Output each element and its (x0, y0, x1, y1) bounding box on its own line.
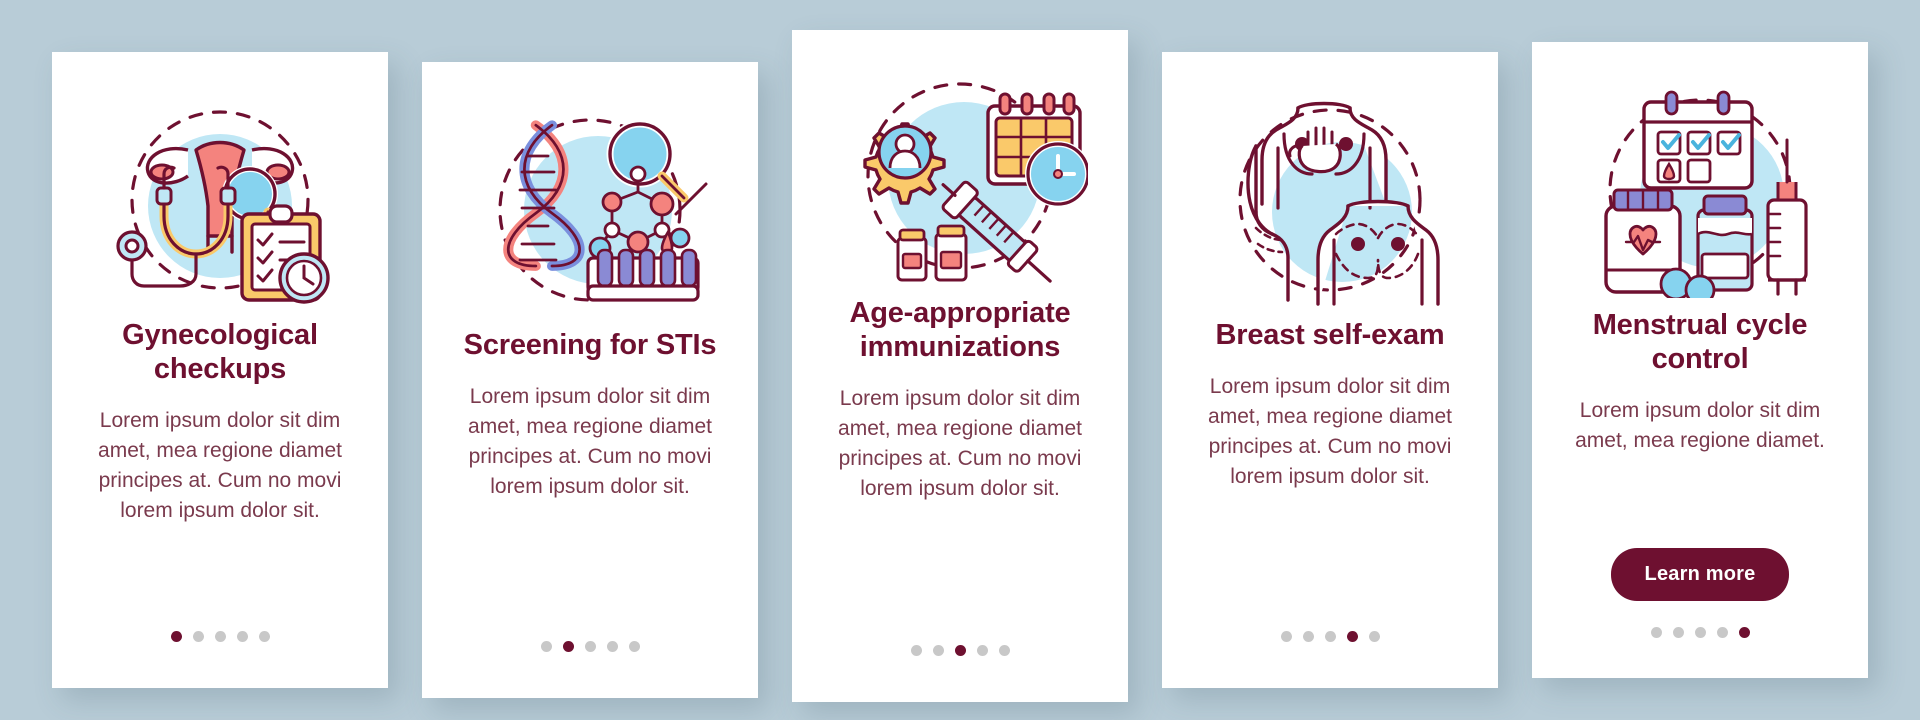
learn-more-button[interactable]: Learn more (1610, 548, 1790, 601)
progress-dot-3[interactable] (1694, 627, 1706, 638)
card-title: Age-appropriate immunizations (849, 297, 1071, 364)
progress-dot-3[interactable] (954, 645, 966, 656)
onboarding-card-screening-for-stis[interactable]: Screening for STIs Lorem ipsum dolor sit… (422, 62, 758, 698)
card-title: Breast self-exam (1215, 319, 1445, 351)
progress-dot-3[interactable] (1324, 631, 1336, 642)
progress-dots[interactable] (1650, 627, 1750, 638)
card-body-text: Lorem ipsum dolor sit dim amet, mea regi… (468, 385, 712, 498)
onboarding-card-menstrual-cycle-control[interactable]: Menstrual cycle control Lorem ipsum dolo… (1532, 42, 1868, 678)
dna-magnifier-testtube-icon (462, 98, 718, 318)
progress-dot-3[interactable] (214, 631, 226, 642)
card-body-text: Lorem ipsum dolor sit dim amet, mea regi… (98, 409, 342, 522)
card-title: Screening for STIs (463, 329, 717, 361)
onboarding-card-breast-self-exam[interactable]: Breast self-exam Lorem ipsum dolor sit d… (1162, 52, 1498, 688)
onboarding-screens-stage: Gynecological checkups Lorem ipsum dolor… (0, 0, 1920, 720)
card-body-text: Lorem ipsum dolor sit dim amet, mea regi… (1208, 375, 1452, 488)
progress-dot-4[interactable] (606, 641, 618, 652)
progress-dot-1[interactable] (1650, 627, 1662, 638)
progress-dot-4[interactable] (1716, 627, 1728, 638)
progress-dot-5[interactable] (628, 641, 640, 652)
progress-dot-5[interactable] (258, 631, 270, 642)
breast-self-exam-icon (1202, 88, 1458, 308)
progress-dot-1[interactable] (170, 631, 182, 642)
onboarding-card-gynecological-checkups[interactable]: Gynecological checkups Lorem ipsum dolor… (52, 52, 388, 688)
progress-dots[interactable] (910, 645, 1010, 656)
progress-dot-2[interactable] (932, 645, 944, 656)
progress-dot-4[interactable] (976, 645, 988, 656)
progress-dot-2[interactable] (1302, 631, 1314, 642)
progress-dots[interactable] (540, 641, 640, 652)
progress-dot-4[interactable] (236, 631, 248, 642)
onboarding-card-age-appropriate-immunizations[interactable]: Age-appropriate immunizations Lorem ipsu… (792, 30, 1128, 702)
progress-dot-5[interactable] (998, 645, 1010, 656)
card-body-text: Lorem ipsum dolor sit dim amet, mea regi… (838, 387, 1082, 500)
progress-dots[interactable] (170, 631, 270, 642)
card-body-text: Lorem ipsum dolor sit dim amet, mea regi… (1575, 399, 1825, 453)
card-title: Menstrual cycle control (1592, 309, 1808, 376)
progress-dot-2[interactable] (1672, 627, 1684, 638)
calendar-pills-syringe-icon (1572, 78, 1828, 298)
card-title: Gynecological checkups (122, 319, 318, 386)
progress-dot-1[interactable] (910, 645, 922, 656)
progress-dots[interactable] (1280, 631, 1380, 642)
progress-dot-1[interactable] (1280, 631, 1292, 642)
progress-dot-2[interactable] (562, 641, 574, 652)
progress-dot-4[interactable] (1346, 631, 1358, 642)
uterus-stethoscope-clipboard-icon (92, 88, 348, 308)
calendar-syringe-vaccine-icon (832, 66, 1088, 286)
progress-dot-1[interactable] (540, 641, 552, 652)
progress-dot-2[interactable] (192, 631, 204, 642)
onboarding-card-list: Gynecological checkups Lorem ipsum dolor… (0, 0, 1920, 720)
progress-dot-5[interactable] (1368, 631, 1380, 642)
progress-dot-5[interactable] (1738, 627, 1750, 638)
progress-dot-3[interactable] (584, 641, 596, 652)
